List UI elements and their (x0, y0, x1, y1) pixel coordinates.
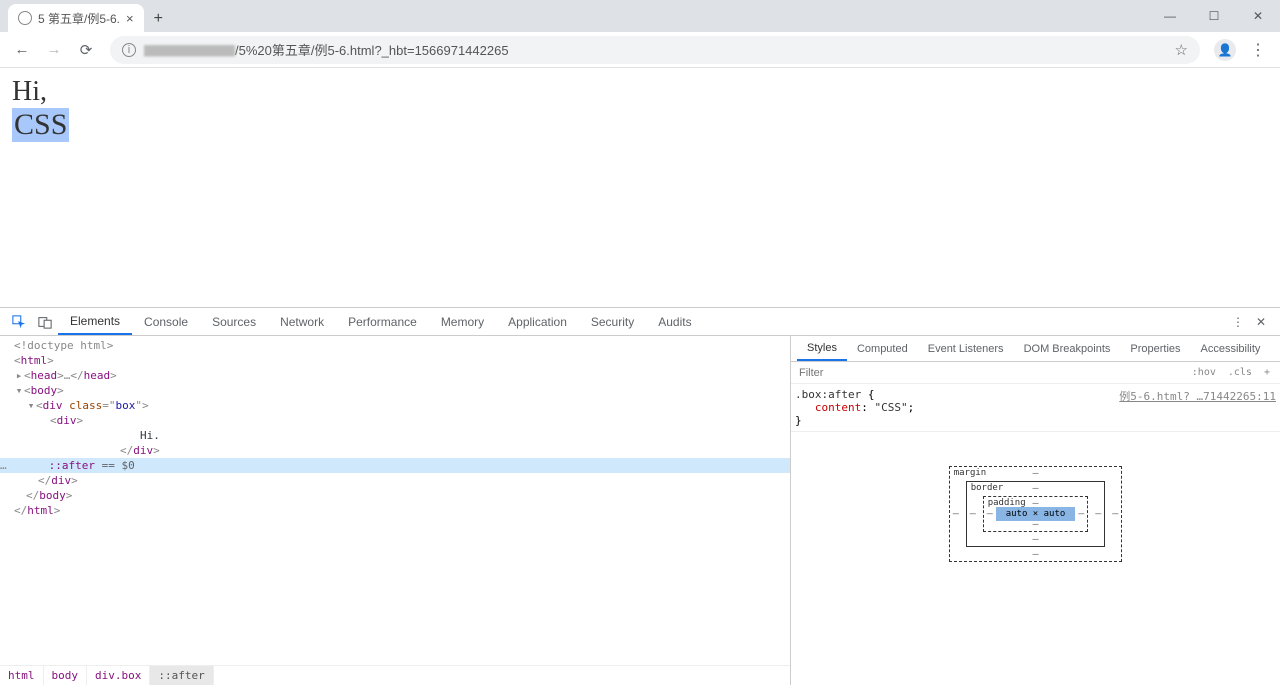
url-text: ▇▇▇▇▇▇▇/5%20第五章/例5-6.html?_hbt=156697144… (144, 40, 1167, 59)
tab-audits[interactable]: Audits (646, 308, 703, 335)
close-window-button[interactable]: ✕ (1236, 0, 1280, 32)
tree-line[interactable]: </body> (0, 488, 790, 503)
back-button[interactable]: ← (8, 36, 36, 64)
tab-network[interactable]: Network (268, 308, 336, 335)
tree-line[interactable]: ▾<body> (0, 383, 790, 398)
page-viewport: Hi, CSS (0, 68, 1280, 307)
styles-sidebar: Styles Computed Event Listeners DOM Brea… (790, 336, 1280, 685)
globe-icon (18, 11, 32, 25)
css-rule[interactable]: 例5-6.html? …71442265:11 .box:after { con… (791, 384, 1280, 432)
tab-sources[interactable]: Sources (200, 308, 268, 335)
sidebar-tab-computed[interactable]: Computed (847, 336, 918, 361)
browser-menu-button[interactable]: ⋮ (1244, 40, 1272, 60)
reload-button[interactable]: ⟳ (72, 36, 100, 64)
inspect-element-icon[interactable] (6, 308, 32, 335)
tree-line[interactable]: </div> (0, 473, 790, 488)
new-tab-button[interactable]: + (154, 10, 163, 28)
window-controls: — ☐ ✕ (1148, 0, 1280, 32)
tree-line[interactable]: </div> (0, 443, 790, 458)
tree-line[interactable]: ▸<head>…</head> (0, 368, 790, 383)
breadcrumb-item[interactable]: html (0, 666, 44, 685)
tab-security[interactable]: Security (579, 308, 646, 335)
tab-application[interactable]: Application (496, 308, 579, 335)
page-text-hi: Hi, (12, 76, 1268, 108)
new-style-rule-button[interactable]: + (1258, 367, 1276, 378)
box-model-margin[interactable]: margin – – – – border – – – – padding – (949, 466, 1123, 562)
box-model-padding[interactable]: padding – – – – auto × auto (983, 496, 1089, 532)
hov-toggle[interactable]: :hov (1186, 367, 1222, 378)
dom-tree[interactable]: <!doctype html> <html> ▸<head>…</head> ▾… (0, 336, 790, 665)
tab-memory[interactable]: Memory (429, 308, 496, 335)
sidebar-tab-dom-breakpoints[interactable]: DOM Breakpoints (1014, 336, 1121, 361)
box-model-border[interactable]: border – – – – padding – – – – auto × au… (966, 481, 1106, 547)
browser-titlebar: 5 第五章/例5-6. × + — ☐ ✕ (0, 0, 1280, 32)
tab-title: 5 第五章/例5-6. (38, 10, 120, 27)
tree-line[interactable]: <html> (0, 353, 790, 368)
sidebar-tab-event-listeners[interactable]: Event Listeners (918, 336, 1014, 361)
cls-toggle[interactable]: .cls (1222, 367, 1258, 378)
minimize-button[interactable]: — (1148, 0, 1192, 32)
devtools-panel: Elements Console Sources Network Perform… (0, 307, 1280, 685)
tab-elements[interactable]: Elements (58, 308, 132, 335)
tab-performance[interactable]: Performance (336, 308, 429, 335)
devtools-tabbar: Elements Console Sources Network Perform… (0, 308, 1280, 336)
profile-avatar[interactable]: 👤 (1214, 39, 1236, 61)
maximize-button[interactable]: ☐ (1192, 0, 1236, 32)
box-model: margin – – – – border – – – – padding – (791, 432, 1280, 685)
tree-line[interactable]: Hi. (0, 428, 790, 443)
url-field[interactable]: i ▇▇▇▇▇▇▇/5%20第五章/例5-6.html?_hbt=1566971… (110, 36, 1200, 64)
styles-filter-row: :hov .cls + (791, 362, 1280, 384)
breadcrumb: html body div.box ::after (0, 665, 790, 685)
devtools-close-icon[interactable]: ✕ (1256, 315, 1266, 329)
site-info-icon[interactable]: i (122, 43, 136, 57)
tree-line[interactable]: <!doctype html> (0, 338, 790, 353)
close-icon[interactable]: × (126, 11, 134, 26)
breadcrumb-item[interactable]: div.box (87, 666, 150, 685)
sidebar-tab-styles[interactable]: Styles (797, 336, 847, 361)
devtools-menu-icon[interactable]: ⋮ (1232, 315, 1244, 329)
styles-filter-input[interactable] (795, 367, 1186, 379)
elements-pane: <!doctype html> <html> ▸<head>…</head> ▾… (0, 336, 790, 685)
sidebar-tab-accessibility[interactable]: Accessibility (1191, 336, 1271, 361)
bookmark-star-icon[interactable]: ☆ (1175, 41, 1188, 59)
breadcrumb-item[interactable]: body (44, 666, 88, 685)
forward-button[interactable]: → (40, 36, 68, 64)
tree-line[interactable]: <div> (0, 413, 790, 428)
browser-tab[interactable]: 5 第五章/例5-6. × (8, 4, 144, 32)
breadcrumb-item-selected[interactable]: ::after (150, 666, 213, 685)
sidebar-tabs: Styles Computed Event Listeners DOM Brea… (791, 336, 1280, 362)
tab-console[interactable]: Console (132, 308, 200, 335)
tree-line-selected[interactable]: …::after == $0 (0, 458, 790, 473)
address-bar: ← → ⟳ i ▇▇▇▇▇▇▇/5%20第五章/例5-6.html?_hbt=1… (0, 32, 1280, 68)
tree-line[interactable]: ▾<div class="box"> (0, 398, 790, 413)
sidebar-tab-properties[interactable]: Properties (1120, 336, 1190, 361)
page-text-css-highlighted: CSS (12, 108, 69, 142)
device-toolbar-icon[interactable] (32, 308, 58, 335)
rule-source-link[interactable]: 例5-6.html? …71442265:11 (1119, 388, 1276, 404)
tree-line[interactable]: </html> (0, 503, 790, 518)
